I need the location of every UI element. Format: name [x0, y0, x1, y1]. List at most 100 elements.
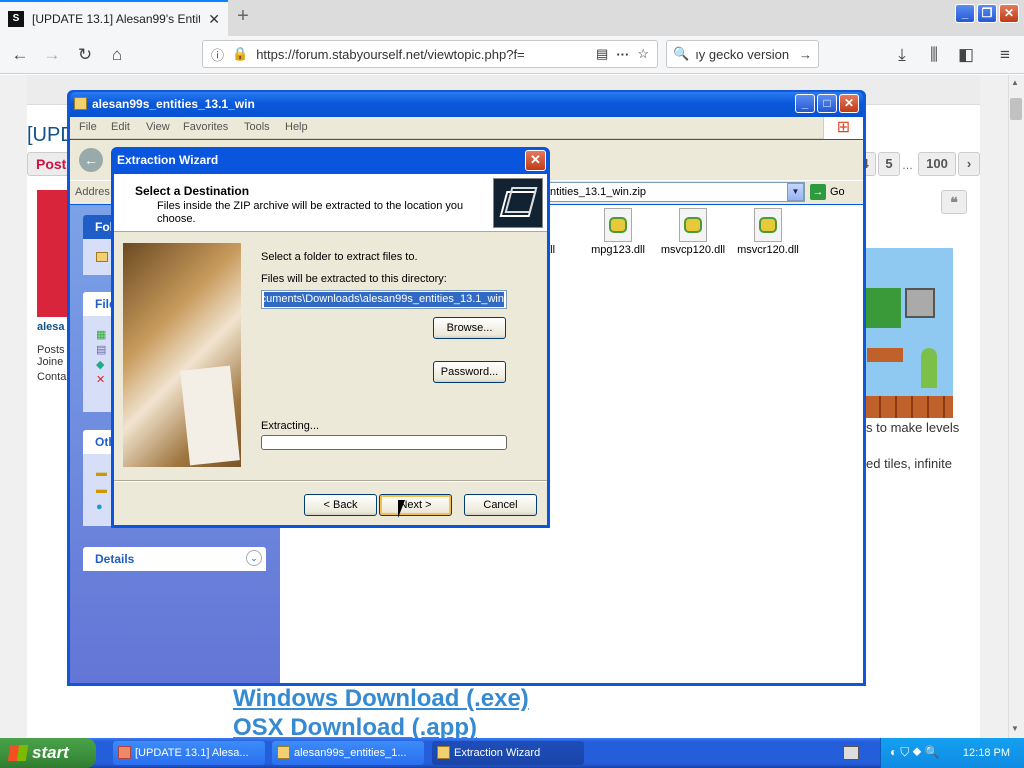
file-name: msvcr120.dll	[737, 244, 799, 256]
zip-folder-icon	[493, 178, 543, 228]
menu-tools[interactable]: Tools	[244, 121, 270, 133]
osx-download-link[interactable]: OSX Download (.app)	[233, 714, 477, 738]
details-header[interactable]: Details	[83, 547, 266, 571]
destination-directory-input[interactable]: C:\Documents and Settings\User\My Docume…	[261, 290, 507, 309]
directory-label: Files will be extracted to this director…	[261, 273, 447, 285]
next-page-icon[interactable]: ›	[958, 152, 980, 176]
address-field[interactable]: ntities_13.1_win.zip	[545, 182, 805, 202]
taskbar-item-explorer[interactable]: alesan99s_entities_1...	[272, 741, 424, 765]
scroll-up-icon[interactable]: ▲	[1011, 78, 1019, 87]
cancel-button[interactable]: Cancel	[464, 494, 537, 516]
explorer-title: alesan99s_entities_13.1_win	[92, 97, 255, 111]
wizard-heading: Select a Destination	[135, 184, 250, 198]
scrollbar-thumb[interactable]	[1010, 98, 1022, 120]
forward-icon[interactable]: →	[40, 44, 64, 66]
pager-ellipsis: …	[902, 160, 913, 172]
file-item[interactable]: msvcr120.dll	[733, 208, 803, 256]
reload-icon[interactable]: ↻	[73, 44, 97, 66]
reader-view-icon[interactable]: ▤	[596, 46, 608, 62]
start-button[interactable]: start	[0, 738, 96, 768]
file-item[interactable]: msvcp120.dll	[658, 208, 728, 256]
browse-button[interactable]: Browse...	[433, 317, 506, 339]
page-link-5[interactable]: 5	[878, 152, 900, 176]
post-text-line-2: ed tiles, infinite	[866, 456, 952, 471]
page-actions-icon[interactable]: ···	[616, 47, 629, 62]
file-item[interactable]: mpg123.dll	[583, 208, 653, 256]
wizard-title: Extraction Wizard	[117, 153, 219, 167]
explorer-back-icon[interactable]: ←	[79, 148, 103, 172]
maximize-button[interactable]: ❐	[977, 4, 997, 23]
explorer-maximize-button[interactable]: □	[817, 94, 837, 113]
menu-help[interactable]: Help	[285, 121, 308, 133]
url-text[interactable]: https://forum.stabyourself.net/viewtopic…	[256, 47, 588, 62]
folder-icon	[277, 746, 290, 759]
back-button[interactable]: < Back	[304, 494, 377, 516]
other-places-icons: ▬ ▬ ●	[96, 467, 107, 513]
wizard-close-button[interactable]: ✕	[525, 150, 546, 171]
extraction-progress-bar	[261, 435, 507, 450]
go-button[interactable]: → Go	[810, 183, 850, 201]
game-screenshot-image	[865, 248, 953, 418]
lock-icon: 🔒	[232, 46, 249, 61]
search-text[interactable]: ıy gecko version	[695, 47, 793, 62]
menu-edit[interactable]: Edit	[111, 121, 130, 133]
windows-download-link[interactable]: Windows Download (.exe)	[233, 685, 529, 713]
taskbar-item-wizard[interactable]: Extraction Wizard	[432, 741, 584, 765]
page-link-100[interactable]: 100	[918, 152, 956, 176]
menu-view[interactable]: View	[146, 121, 170, 133]
explorer-close-button[interactable]: ✕	[839, 94, 859, 113]
browser-tab[interactable]: S [UPDATE 13.1] Alesan99's Entities ✕	[0, 0, 228, 36]
address-dropdown-icon[interactable]: ▼	[787, 183, 804, 201]
tray-icons[interactable]: ◐⛉◆🔍	[890, 745, 943, 760]
file-name: msvcp120.dll	[660, 244, 726, 256]
address-label: Addres	[75, 186, 110, 198]
bookmark-star-icon[interactable]: ☆	[637, 46, 649, 62]
page-scrollbar[interactable]	[1008, 75, 1024, 740]
menu-icon[interactable]: ≡	[993, 44, 1017, 66]
downloads-icon[interactable]: ⤓	[890, 44, 914, 66]
contact-label: Conta	[37, 371, 67, 383]
mouse-cursor-icon	[398, 500, 405, 518]
password-button[interactable]: Password...	[433, 361, 506, 383]
go-label: Go	[830, 186, 845, 198]
quote-button[interactable]: ❝	[941, 190, 967, 214]
menu-file[interactable]: File	[79, 121, 97, 133]
menu-favorites[interactable]: Favorites	[183, 121, 228, 133]
joined-label: Joine	[37, 356, 64, 368]
sidebar-icon[interactable]: ◧	[954, 44, 978, 66]
file-task-icons: ▦ ▤ ◆ ✕	[96, 329, 107, 386]
expand-details-icon[interactable]: ⌄	[246, 550, 262, 566]
explorer-minimize-button[interactable]: _	[795, 94, 815, 113]
firefox-icon	[118, 746, 131, 759]
taskbar-item-firefox[interactable]: [UPDATE 13.1] Alesa...	[113, 741, 265, 765]
dll-file-icon	[754, 208, 782, 242]
close-button[interactable]: ✕	[999, 4, 1019, 23]
minimize-button[interactable]: _	[955, 4, 975, 23]
start-label: start	[32, 743, 69, 762]
new-tab-button[interactable]: +	[232, 6, 254, 28]
back-icon[interactable]: ←	[8, 44, 32, 66]
search-icon: 🔍	[673, 46, 690, 61]
destination-directory-text: C:\Documents and Settings\User\My Docume…	[264, 292, 504, 307]
scroll-down-icon[interactable]: ▼	[1011, 724, 1019, 733]
next-button[interactable]: Next >	[379, 494, 452, 516]
taskbar-item-label: alesan99s_entities_1...	[294, 747, 407, 759]
home-icon[interactable]: ⌂	[105, 44, 129, 66]
clock[interactable]: 12:18 PM	[963, 747, 1010, 759]
url-bar[interactable]: ⓘ 🔒 https://forum.stabyourself.net/viewt…	[202, 40, 658, 68]
select-folder-label: Select a folder to extract files to.	[261, 251, 418, 263]
avatar	[37, 190, 69, 317]
folder-icon	[74, 97, 87, 110]
post-text-line-1: s to make levels	[866, 420, 960, 435]
search-go-icon[interactable]: →	[799, 47, 812, 62]
search-bar[interactable]: 🔍 ıy gecko version →	[666, 40, 819, 68]
tab-close-icon[interactable]: ✕	[208, 11, 228, 28]
username-link[interactable]: alesa	[37, 321, 65, 333]
taskbar-item-label: [UPDATE 13.1] Alesa...	[135, 747, 249, 759]
keyboard-icon[interactable]	[843, 746, 859, 760]
dll-file-icon	[679, 208, 707, 242]
wizard-side-image	[123, 243, 241, 467]
taskbar-item-label: Extraction Wizard	[454, 747, 541, 759]
info-icon[interactable]: ⓘ	[211, 45, 224, 64]
library-icon[interactable]: ⫼	[922, 44, 946, 66]
